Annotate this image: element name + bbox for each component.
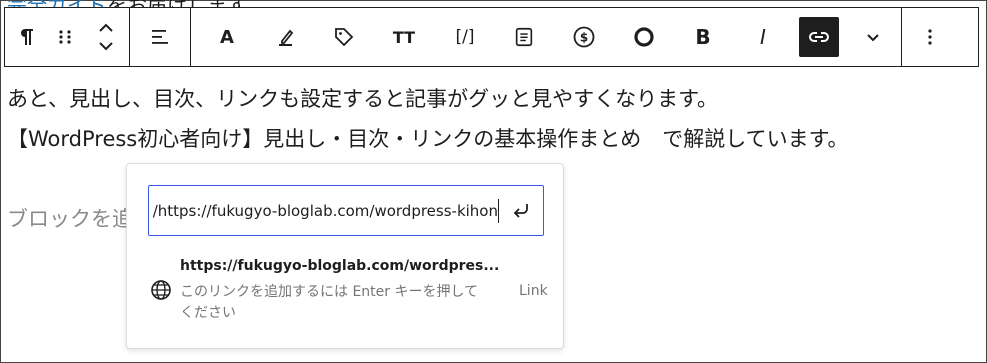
suggestion-title: https://fukugyo-bloglab.com/wordpres... [180, 258, 500, 274]
submit-link-button[interactable] [505, 191, 537, 231]
drag-handle-icon [59, 30, 71, 44]
form-button[interactable] [495, 8, 553, 66]
bold-button[interactable]: B [673, 8, 733, 66]
dollar-circle-icon: $ [573, 26, 595, 48]
text-size-label: TT [392, 27, 416, 47]
url-input[interactable]: https://fukugyo-bloglab.com/wordpress-ki… [148, 185, 544, 236]
toolbar-group-format: A TT [/] $ B I [191, 8, 902, 66]
options-button[interactable] [902, 8, 958, 66]
move-up-down-button[interactable] [83, 8, 129, 66]
enter-return-icon [513, 203, 528, 218]
italic-button[interactable]: I [733, 8, 793, 66]
bold-label: B [695, 25, 711, 49]
paragraph-block-button[interactable] [5, 8, 47, 66]
link-suggestion[interactable]: https://fukugyo-bloglab.com/wordpres... … [147, 258, 548, 328]
tag-button[interactable] [315, 8, 373, 66]
text-caret [498, 198, 499, 223]
block-toolbar: A TT [/] $ B I [4, 7, 979, 67]
shortcode-button[interactable]: [/] [435, 8, 495, 66]
link-button-active-bg [799, 17, 839, 57]
highlighter-icon [279, 29, 294, 46]
url-input-value[interactable]: https://fukugyo-bloglab.com/wordpress-ki… [149, 202, 498, 220]
font-button[interactable]: A [197, 8, 257, 66]
svg-text:$: $ [580, 31, 588, 45]
toolbar-group-options [902, 8, 958, 66]
highlight-button[interactable] [257, 8, 315, 66]
circle-button[interactable] [615, 8, 673, 66]
align-button[interactable] [130, 8, 190, 66]
tag-icon [335, 28, 354, 47]
link-icon [809, 32, 829, 42]
shortcode-label: [/] [455, 27, 475, 47]
form-icon [515, 27, 533, 47]
paragraph-2[interactable]: 【WordPress初心者向け】見出し・目次・リンクの基本操作まとめ で解説して… [7, 123, 849, 153]
more-vertical-icon [928, 29, 932, 45]
font-label: A [220, 26, 234, 48]
circle-icon [634, 27, 654, 47]
link-button[interactable] [793, 8, 845, 66]
block-placeholder[interactable]: ブロックを追 [7, 203, 133, 233]
suggestion-info: このリンクを追加するには Enter キーを押してください [180, 284, 479, 321]
chevron-down-icon [867, 34, 879, 42]
align-icon [152, 30, 168, 44]
drag-handle-button[interactable] [47, 8, 83, 66]
link-popover: https://fukugyo-bloglab.com/wordpress-ki… [126, 163, 564, 349]
globe-icon [151, 280, 171, 300]
more-formats-button[interactable] [845, 8, 901, 66]
paragraph-1[interactable]: あと、見出し、目次、リンクも設定すると記事がグッと見やすくなります。 [7, 83, 718, 113]
toolbar-group-block [5, 8, 130, 66]
suggestion-type: Link [519, 283, 548, 299]
pilcrow-icon [21, 29, 33, 45]
text-size-button[interactable]: TT [373, 8, 435, 66]
italic-label: I [760, 25, 766, 49]
dollar-button[interactable]: $ [553, 8, 615, 66]
move-up-down-icon [99, 23, 113, 51]
toolbar-group-align [130, 8, 191, 66]
